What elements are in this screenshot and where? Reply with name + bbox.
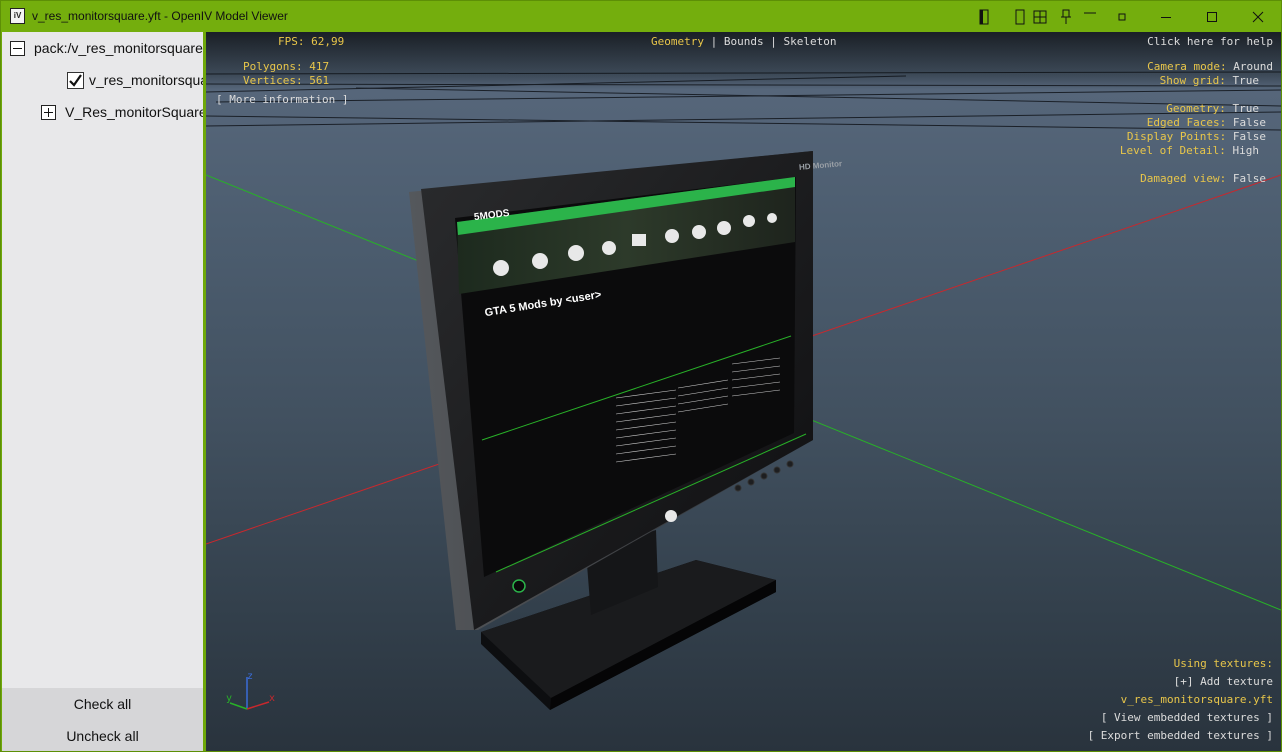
edged-faces-setting[interactable]: Edged Faces: False [1147, 116, 1266, 130]
geometry-setting[interactable]: Geometry: True [1166, 102, 1259, 116]
checkbox-checked-icon[interactable] [67, 71, 84, 89]
skeleton-mode-tab[interactable]: Skeleton [783, 35, 836, 48]
bounds-mode-tab[interactable]: Bounds [724, 35, 764, 48]
tree-item-label: v_res_monitorsquare [89, 72, 203, 88]
maximize-icon[interactable] [1189, 1, 1235, 32]
help-link[interactable]: Click here for help [1147, 35, 1273, 49]
view-mode-tabs: Geometry | Bounds | Skeleton [651, 35, 836, 49]
window-title: v_res_monitorsquare.yft - OpenIV Model V… [32, 9, 288, 23]
y-axis-label: y [226, 693, 233, 704]
small-restore-icon[interactable] [1111, 1, 1133, 32]
vertex-count: Vertices: 561 [243, 74, 330, 87]
model-tree-panel: pack:/v_res_monitorsquare v_res_monitors… [2, 32, 203, 751]
expand-icon[interactable] [41, 104, 56, 120]
pushpin-icon[interactable] [1055, 1, 1077, 32]
z-axis-label: z [247, 671, 254, 682]
tree-item-label: pack:/v_res_monitorsquare [34, 40, 203, 56]
tree-item-model[interactable]: v_res_monitorsquare [67, 67, 203, 93]
more-information-link[interactable]: [ More information ] [216, 93, 348, 107]
x-axis-label: x [269, 693, 276, 704]
grid-lines [206, 71, 1281, 131]
tree-actions: Check all Uncheck all [2, 688, 203, 751]
3d-viewport[interactable]: HD Monitor 5MODS GTA 5 Mods by <user> FP… [206, 32, 1281, 751]
tab-separator: | [770, 35, 777, 48]
polygon-count: Polygons: 417 [243, 60, 330, 73]
window-tile-icon[interactable] [1029, 1, 1051, 32]
uncheck-all-button[interactable]: Uncheck all [2, 721, 203, 751]
collapse-icon[interactable] [10, 40, 25, 56]
show-grid-setting[interactable]: Show grid: True [1160, 74, 1259, 88]
export-embedded-textures-link[interactable]: [ Export embedded textures ] [1088, 729, 1273, 743]
window-pin-icon[interactable] [973, 1, 995, 32]
display-points-setting[interactable]: Display Points: False [1127, 130, 1266, 144]
view-embedded-textures-link[interactable]: [ View embedded textures ] [1101, 711, 1273, 725]
tree-item-skeleton[interactable]: V_Res_monitorSquare [41, 99, 203, 125]
window-split-icon[interactable] [1009, 1, 1031, 32]
scene-render [206, 71, 1281, 710]
close-icon[interactable] [1235, 1, 1281, 32]
minimize-icon[interactable] [1143, 1, 1189, 32]
geometry-mode-tab[interactable]: Geometry [651, 35, 704, 48]
tree-item-pack[interactable]: pack:/v_res_monitorsquare [10, 35, 203, 61]
level-of-detail-setting[interactable]: Level of Detail: High [1120, 144, 1259, 158]
damaged-view-setting[interactable]: Damaged view: False [1140, 172, 1266, 186]
add-texture-link[interactable]: [+] Add texture [1174, 675, 1273, 689]
texture-file-link[interactable]: v_res_monitorsquare.yft [1121, 693, 1273, 707]
app-window: iV v_res_monitorsquare.yft - OpenIV Mode… [0, 0, 1282, 752]
using-textures-heading: Using textures: [1173, 657, 1273, 670]
title-bar[interactable]: iV v_res_monitorsquare.yft - OpenIV Mode… [1, 1, 1281, 32]
tab-separator: | [710, 35, 718, 48]
check-all-button[interactable]: Check all [2, 689, 203, 720]
tree-item-label: V_Res_monitorSquare [65, 104, 203, 120]
camera-mode-setting[interactable]: Camera mode: Around [1147, 60, 1273, 74]
openiv-app-icon[interactable]: iV [10, 8, 25, 24]
fps-counter: FPS: 62,99 [278, 35, 345, 48]
minimize-to-tray-icon[interactable] [1079, 1, 1101, 32]
